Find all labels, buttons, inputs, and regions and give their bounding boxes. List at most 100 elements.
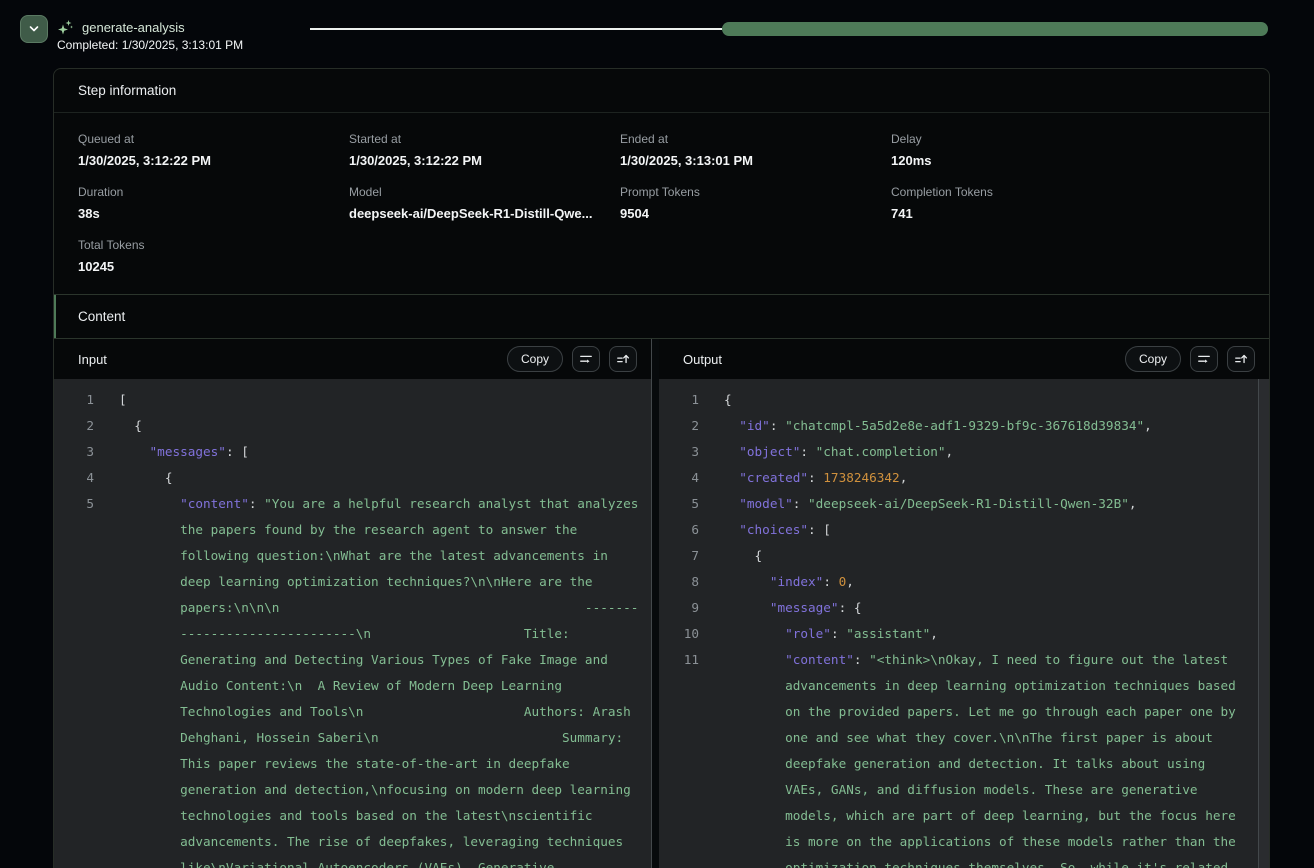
- metric-ended-at: Ended at 1/30/2025, 3:13:01 PM: [620, 131, 891, 170]
- input-panel-actions: Copy: [507, 346, 637, 372]
- copy-output-button[interactable]: Copy: [1125, 346, 1181, 372]
- content-section-header: Content: [54, 294, 1269, 339]
- code-line: 1{: [673, 387, 1246, 413]
- code-line: 11"content": "<think>\nOkay, I need to f…: [673, 647, 1246, 868]
- metric-value: 120ms: [891, 152, 1162, 170]
- code-line-content: "messages": [: [119, 439, 639, 465]
- line-number: 6: [673, 517, 699, 543]
- step-detail-card: Step information Queued at 1/30/2025, 3:…: [53, 68, 1270, 868]
- line-number: 3: [68, 439, 94, 465]
- metric-label: Completion Tokens: [891, 184, 1162, 200]
- output-code-body: 1{2"id": "chatcmpl-5a5d2e8e-adf1-9329-bf…: [673, 387, 1246, 868]
- input-code-body: 1[2{3"messages": [4{5"content": "You are…: [68, 387, 639, 868]
- scroll-top-button[interactable]: [609, 346, 637, 372]
- copy-input-button[interactable]: Copy: [507, 346, 563, 372]
- code-line-content: [: [119, 387, 639, 413]
- metric-value: 741: [891, 205, 1162, 223]
- code-line-content: "index": 0,: [724, 569, 1246, 595]
- chevron-down-icon: [28, 23, 40, 35]
- wrap-text-button[interactable]: [572, 346, 600, 372]
- metric-label: Ended at: [620, 131, 891, 147]
- metric-value: 1/30/2025, 3:13:01 PM: [620, 152, 891, 170]
- step-information-title: Step information: [78, 83, 176, 98]
- code-line-content: "content": "<think>\nOkay, I need to fig…: [724, 647, 1246, 868]
- wrap-text-icon: [579, 352, 593, 366]
- scroll-to-top-icon: [1234, 352, 1248, 366]
- step-information-header: Step information: [54, 69, 1269, 113]
- line-number: 1: [673, 387, 699, 413]
- timeline-track-line: [310, 28, 722, 30]
- line-number: 2: [68, 413, 94, 439]
- output-scrollbar[interactable]: [1258, 379, 1269, 868]
- code-line-content: "model": "deepseek-ai/DeepSeek-R1-Distil…: [724, 491, 1246, 517]
- code-line: 8 "index": 0,: [673, 569, 1246, 595]
- code-line: 2"id": "chatcmpl-5a5d2e8e-adf1-9329-bf9c…: [673, 413, 1246, 439]
- code-line: 3 "messages": [: [68, 439, 639, 465]
- code-line: 5"content": "You are a helpful research …: [68, 491, 639, 868]
- input-panel: Input Copy 1[2{3"message: [54, 339, 651, 868]
- output-code-viewer[interactable]: 1{2"id": "chatcmpl-5a5d2e8e-adf1-9329-bf…: [659, 379, 1269, 868]
- input-panel-header: Input Copy: [54, 339, 651, 379]
- sparkles-icon: [57, 19, 74, 36]
- metric-label: Queued at: [78, 131, 349, 147]
- metric-value: 10245: [78, 258, 349, 276]
- code-line: 2{: [68, 413, 639, 439]
- metric-total-tokens: Total Tokens 10245: [78, 237, 349, 276]
- metric-queued-at: Queued at 1/30/2025, 3:12:22 PM: [78, 131, 349, 170]
- output-panel-actions: Copy: [1125, 346, 1255, 372]
- metric-value: 1/30/2025, 3:12:22 PM: [349, 152, 620, 170]
- output-panel-title: Output: [683, 352, 1125, 367]
- metric-label: Duration: [78, 184, 349, 200]
- output-panel: Output Copy 1{2"id": "ch: [659, 339, 1269, 868]
- scroll-top-button[interactable]: [1227, 346, 1255, 372]
- input-code-viewer[interactable]: 1[2{3"messages": [4{5"content": "You are…: [54, 379, 651, 868]
- code-line-content: {: [119, 413, 639, 439]
- code-line: 3"object": "chat.completion",: [673, 439, 1246, 465]
- code-line-content: "choices": [: [724, 517, 1246, 543]
- code-line: 4"created": 1738246342,: [673, 465, 1246, 491]
- code-line: 5 "model": "deepseek-ai/DeepSeek-R1-Disti…: [673, 491, 1246, 517]
- code-line-content: "message": {: [724, 595, 1246, 621]
- metric-completion-tokens: Completion Tokens 741: [891, 184, 1162, 223]
- line-number: 1: [68, 387, 94, 413]
- run-completed-timestamp: Completed: 1/30/2025, 3:13:01 PM: [57, 38, 243, 52]
- code-line-content: {: [119, 465, 639, 491]
- input-panel-title: Input: [78, 352, 507, 367]
- line-number: 11: [673, 647, 699, 868]
- wrap-text-icon: [1197, 352, 1211, 366]
- metric-label: Total Tokens: [78, 237, 349, 253]
- line-number: 8: [673, 569, 699, 595]
- panel-divider: [651, 339, 659, 868]
- metric-value: 38s: [78, 205, 349, 223]
- line-number: 5: [68, 491, 94, 868]
- metric-label: Delay: [891, 131, 1162, 147]
- input-output-panels: Input Copy 1[2{3"message: [54, 339, 1269, 868]
- metric-delay: Delay 120ms: [891, 131, 1162, 170]
- line-number: 5: [673, 491, 699, 517]
- code-line: 7{: [673, 543, 1246, 569]
- metric-duration: Duration 38s: [78, 184, 349, 223]
- metric-label: Prompt Tokens: [620, 184, 891, 200]
- run-header: generate-analysis Completed: 1/30/2025, …: [0, 0, 1314, 62]
- code-line-content: "object": "chat.completion",: [724, 439, 1246, 465]
- collapse-button[interactable]: [20, 15, 48, 43]
- metric-label: Started at: [349, 131, 620, 147]
- run-title: generate-analysis: [82, 20, 185, 35]
- line-number: 4: [673, 465, 699, 491]
- code-line-content: {: [724, 387, 1246, 413]
- metric-value: 1/30/2025, 3:12:22 PM: [78, 152, 349, 170]
- line-number: 7: [673, 543, 699, 569]
- timeline-duration-bar[interactable]: [722, 22, 1268, 36]
- metric-started-at: Started at 1/30/2025, 3:12:22 PM: [349, 131, 620, 170]
- code-line-content: {: [724, 543, 1246, 569]
- step-metrics-grid: Queued at 1/30/2025, 3:12:22 PM Started …: [54, 113, 1269, 294]
- line-number: 4: [68, 465, 94, 491]
- metric-label: Model: [349, 184, 620, 200]
- line-number: 10: [673, 621, 699, 647]
- metric-value: deepseek-ai/DeepSeek-R1-Distill-Qwe...: [349, 205, 620, 223]
- line-number: 9: [673, 595, 699, 621]
- code-line-content: "id": "chatcmpl-5a5d2e8e-adf1-9329-bf9c-…: [724, 413, 1246, 439]
- code-line-content: "content": "You are a helpful research a…: [119, 491, 639, 868]
- wrap-text-button[interactable]: [1190, 346, 1218, 372]
- scroll-to-top-icon: [616, 352, 630, 366]
